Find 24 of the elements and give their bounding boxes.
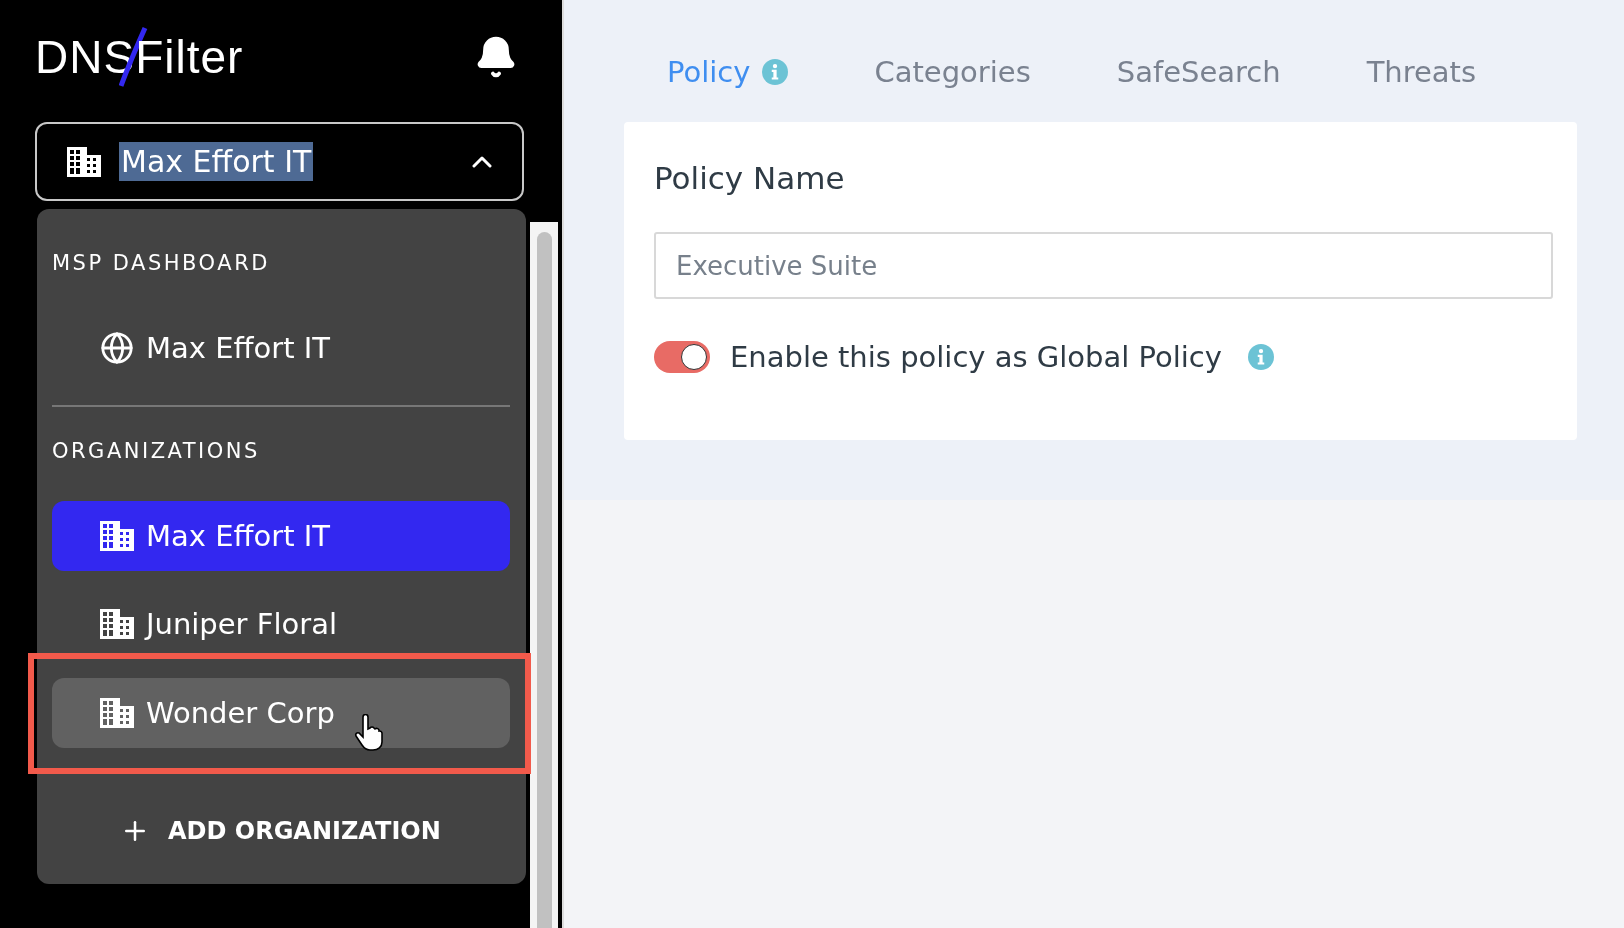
section-heading: ORGANIZATIONS	[52, 439, 261, 465]
building-icon	[67, 146, 101, 177]
logo: DNSFilter	[35, 24, 244, 90]
field-label: Policy Name	[654, 160, 846, 196]
menu-item[interactable]: Juniper Floral	[52, 589, 510, 659]
add-organization-button[interactable]: ADD ORGANIZATION	[120, 812, 441, 850]
toggle-label: Enable this policy as Global Policy	[730, 340, 1222, 374]
organization-dropdown[interactable]: Max Effort IT	[35, 122, 524, 201]
chevron-up-icon	[472, 155, 492, 168]
tab[interactable]: SafeSearch	[1116, 47, 1281, 97]
tab[interactable]: Threats	[1366, 47, 1477, 97]
scrollbar-thumb[interactable]	[537, 232, 552, 928]
policy-name-field[interactable]: Executive Suite	[654, 232, 1553, 299]
section-heading: MSP DASHBOARD	[52, 251, 271, 277]
building-icon	[100, 698, 134, 728]
globe-icon	[100, 331, 134, 365]
menu-item[interactable]: Max Effort IT	[52, 313, 510, 383]
building-icon	[100, 521, 134, 551]
tab[interactable]: Categories	[874, 47, 1031, 97]
toggle-switch[interactable]	[654, 341, 710, 373]
hand-cursor-icon	[354, 714, 384, 752]
building-icon	[100, 609, 134, 639]
menu-item[interactable]: Max Effort IT	[52, 501, 510, 571]
menu-item[interactable]: Wonder Corp	[52, 678, 510, 748]
